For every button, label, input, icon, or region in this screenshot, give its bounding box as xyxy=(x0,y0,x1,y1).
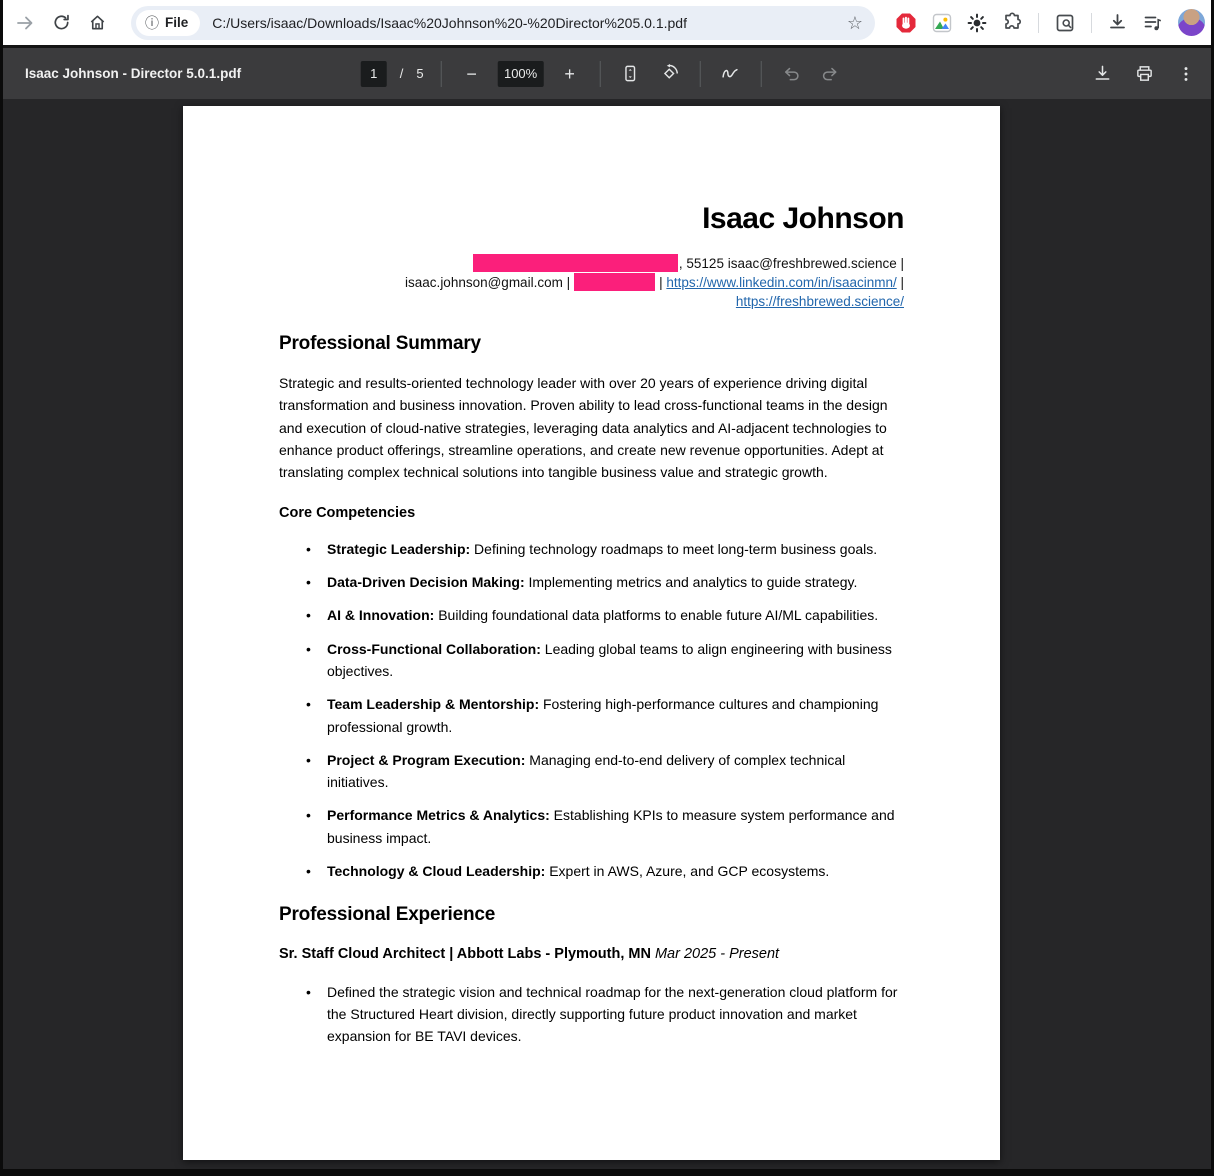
profile-avatar[interactable] xyxy=(1178,9,1205,36)
competency-text: Defining technology roadmaps to meet lon… xyxy=(470,541,877,557)
toolbar-separator xyxy=(700,61,701,87)
reload-icon[interactable] xyxy=(45,7,77,39)
search-tabs-icon[interactable] xyxy=(1054,12,1076,34)
competency-label: Data-Driven Decision Making: xyxy=(327,574,525,590)
competencies-list: Strategic Leadership: Defining technolog… xyxy=(279,538,904,883)
forward-icon[interactable] xyxy=(9,7,41,39)
downloads-icon[interactable] xyxy=(1107,12,1128,33)
pdf-viewer-area[interactable]: Isaac Johnson , 55125 isaac@freshbrewed.… xyxy=(3,99,1211,1169)
linkedin-link[interactable]: https://www.linkedin.com/in/isaacinmn/ xyxy=(666,275,896,290)
fit-to-page-button[interactable] xyxy=(618,61,644,87)
address-bar[interactable]: ⓘ File C:/Users/isaac/Downloads/Isaac%20… xyxy=(131,6,875,40)
contact-line-1: , 55125 isaac@freshbrewed.science | xyxy=(279,254,904,273)
extensions-puzzle-icon[interactable] xyxy=(1002,12,1023,33)
zoom-in-button[interactable]: + xyxy=(557,61,583,87)
zoom-out-button[interactable]: − xyxy=(459,61,485,87)
toolbar-separator xyxy=(1091,13,1092,33)
website-link[interactable]: https://freshbrewed.science/ xyxy=(736,294,904,309)
redaction-box xyxy=(574,273,655,291)
job-bullets-list: Defined the strategic vision and technic… xyxy=(279,981,904,1048)
toolbar-separator xyxy=(600,61,601,87)
list-item: Team Leadership & Mentorship: Fostering … xyxy=(279,693,904,738)
zoom-level-input[interactable]: 100% xyxy=(498,61,544,87)
contact-block: , 55125 isaac@freshbrewed.science | isaa… xyxy=(279,254,904,311)
competency-label: Project & Program Execution: xyxy=(327,752,525,768)
job-header: Sr. Staff Cloud Architect | Abbott Labs … xyxy=(279,943,904,965)
pdf-print-icon[interactable] xyxy=(1131,61,1157,87)
screenshot-extension-icon[interactable] xyxy=(932,13,952,33)
summary-heading: Professional Summary xyxy=(279,332,904,356)
toolbar-separator xyxy=(441,61,442,87)
undo-button[interactable] xyxy=(779,61,805,87)
adblock-extension-icon[interactable] xyxy=(895,12,917,34)
job-bullet-text: Defined the strategic vision and technic… xyxy=(327,984,897,1045)
file-chip-label: File xyxy=(165,15,188,30)
media-controls-icon[interactable] xyxy=(1143,13,1163,33)
page-separator: / xyxy=(400,66,404,81)
contact-separator: | xyxy=(659,275,663,290)
job-dates: Mar 2025 - Present xyxy=(655,946,779,962)
page-total: 5 xyxy=(416,66,423,81)
competency-label: Performance Metrics & Analytics: xyxy=(327,807,550,823)
contact-email: isaac.johnson@gmail.com | xyxy=(405,275,570,290)
competency-text: Implementing metrics and analytics to gu… xyxy=(525,574,858,590)
browser-toolbar: ⓘ File C:/Users/isaac/Downloads/Isaac%20… xyxy=(3,0,1211,45)
url-text[interactable]: C:/Users/isaac/Downloads/Isaac%20Johnson… xyxy=(212,15,687,31)
more-options-icon[interactable] xyxy=(1173,61,1199,87)
competency-label: Cross-Functional Collaboration: xyxy=(327,641,541,657)
extensions-row xyxy=(895,9,1205,36)
toolbar-separator xyxy=(761,61,762,87)
competency-label: AI & Innovation: xyxy=(327,607,434,623)
contact-line-3: https://freshbrewed.science/ xyxy=(279,292,904,311)
list-item: AI & Innovation: Building foundational d… xyxy=(279,604,904,626)
competency-label: Team Leadership & Mentorship: xyxy=(327,696,539,712)
page-number-input[interactable]: 1 xyxy=(361,61,387,87)
home-icon[interactable] xyxy=(81,7,113,39)
summary-paragraph: Strategic and results-oriented technolog… xyxy=(279,372,904,483)
pdf-toolbar: Isaac Johnson - Director 5.0.1.pdf 1 / 5… xyxy=(3,48,1211,99)
redo-button[interactable] xyxy=(818,61,844,87)
bookmark-star-icon[interactable]: ☆ xyxy=(845,12,865,34)
file-scheme-chip[interactable]: ⓘ File xyxy=(136,10,200,36)
annotate-pen-icon[interactable] xyxy=(718,61,744,87)
contact-line1-text: , 55125 isaac@freshbrewed.science | xyxy=(679,256,904,271)
list-item: Defined the strategic vision and technic… xyxy=(279,981,904,1048)
competencies-heading: Core Competencies xyxy=(279,502,904,524)
info-icon: ⓘ xyxy=(145,16,159,30)
competency-label: Technology & Cloud Leadership: xyxy=(327,863,545,879)
competency-text: Expert in AWS, Azure, and GCP ecosystems… xyxy=(545,863,829,879)
contact-line-2: isaac.johnson@gmail.com | | https://www.l… xyxy=(279,273,904,292)
list-item: Strategic Leadership: Defining technolog… xyxy=(279,538,904,560)
experience-heading: Professional Experience xyxy=(279,903,904,927)
list-item: Technology & Cloud Leadership: Expert in… xyxy=(279,860,904,882)
pdf-document-title: Isaac Johnson - Director 5.0.1.pdf xyxy=(25,66,241,81)
pdf-page: Isaac Johnson , 55125 isaac@freshbrewed.… xyxy=(183,106,1000,1160)
competency-text: Building foundational data platforms to … xyxy=(434,607,878,623)
contact-separator: | xyxy=(900,275,904,290)
list-item: Project & Program Execution: Managing en… xyxy=(279,749,904,794)
browser-window: ⓘ File C:/Users/isaac/Downloads/Isaac%20… xyxy=(3,0,1211,1169)
pdf-toolbar-right xyxy=(1089,61,1199,87)
pdf-download-icon[interactable] xyxy=(1089,61,1115,87)
list-item: Data-Driven Decision Making: Implementin… xyxy=(279,571,904,593)
pdf-toolbar-center: 1 / 5 − 100% + xyxy=(361,61,844,87)
darkmode-extension-icon[interactable] xyxy=(967,13,987,33)
redaction-box xyxy=(473,254,678,272)
competency-label: Strategic Leadership: xyxy=(327,541,470,557)
list-item: Performance Metrics & Analytics: Establi… xyxy=(279,804,904,849)
toolbar-separator xyxy=(1038,13,1039,33)
list-item: Cross-Functional Collaboration: Leading … xyxy=(279,638,904,683)
resume-name: Isaac Johnson xyxy=(279,202,904,236)
job-title: Sr. Staff Cloud Architect | Abbott Labs … xyxy=(279,946,651,962)
rotate-button[interactable] xyxy=(657,61,683,87)
